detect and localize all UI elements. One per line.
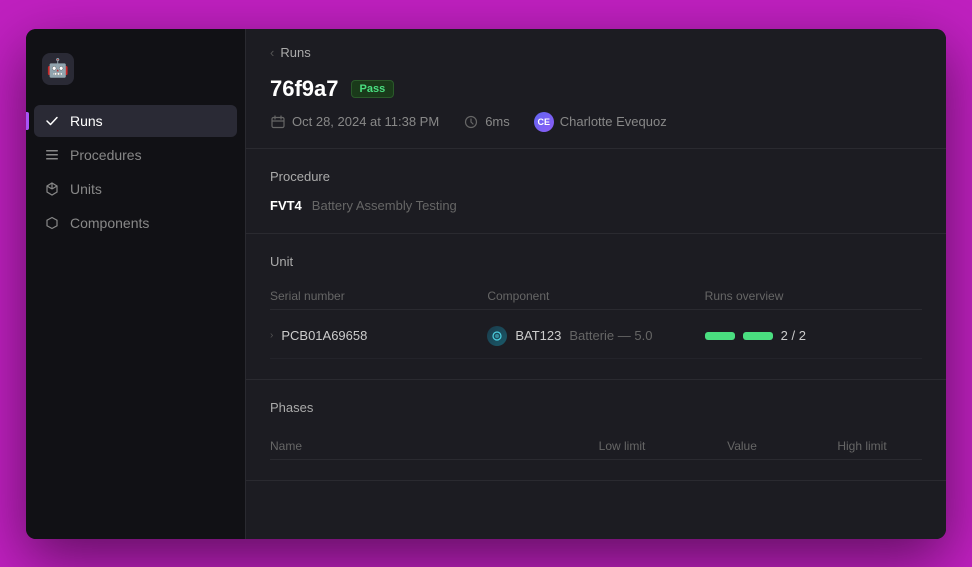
unit-section: Unit Serial number Component Runs overvi… [246, 234, 946, 380]
row-expand-chevron[interactable]: › [270, 330, 273, 341]
procedure-name: Battery Assembly Testing [312, 198, 457, 213]
hexagon-icon [44, 215, 60, 231]
run-user: CE Charlotte Evequoz [534, 112, 667, 132]
col-component: Component [487, 289, 704, 303]
cube-icon [44, 181, 60, 197]
breadcrumb-runs-link[interactable]: Runs [280, 45, 310, 60]
sidebar-runs-label: Runs [70, 113, 103, 129]
procedure-row: FVT4 Battery Assembly Testing [270, 198, 922, 213]
list-icon [44, 147, 60, 163]
sidebar-item-units[interactable]: Units [34, 173, 237, 205]
user-avatar: CE [534, 112, 554, 132]
run-user-name: Charlotte Evequoz [560, 114, 667, 129]
content-area: Procedure FVT4 Battery Assembly Testing … [246, 149, 946, 539]
sidebar-procedures-label: Procedures [70, 147, 142, 163]
component-icon [487, 326, 507, 346]
sidebar-logo: 🤖 [26, 45, 245, 105]
run-date-value: Oct 28, 2024 at 11:38 PM [292, 114, 439, 129]
run-duration-value: 6ms [485, 114, 510, 129]
run-status-badge: Pass [351, 80, 395, 98]
phases-col-low: Low limit [562, 439, 682, 453]
sidebar-components-label: Components [70, 215, 149, 231]
run-date: Oct 28, 2024 at 11:38 PM [270, 114, 439, 130]
phases-table-header: Name Low limit Value High limit [270, 429, 922, 460]
phases-col-name: Name [270, 439, 562, 453]
run-meta: Oct 28, 2024 at 11:38 PM 6ms CE Charlott… [270, 112, 922, 132]
unit-section-title: Unit [270, 254, 922, 269]
sidebar-item-runs[interactable]: Runs [34, 105, 237, 137]
serial-cell: › PCB01A69658 [270, 328, 487, 343]
runs-fraction: 2 / 2 [781, 328, 806, 343]
phases-col-value: Value [682, 439, 802, 453]
run-title-row: 76f9a7 Pass [270, 76, 922, 102]
component-detail: Batterie — 5.0 [569, 328, 652, 343]
run-duration: 6ms [463, 114, 510, 130]
back-chevron-icon: ‹ [270, 45, 274, 60]
app-logo-icon: 🤖 [42, 53, 74, 85]
unit-table-header: Serial number Component Runs overview [270, 283, 922, 310]
app-window: 🤖 Runs [26, 29, 946, 539]
run-header: 76f9a7 Pass Oct 28, 2024 at 11:38 PM [246, 68, 946, 149]
phases-section: Phases Name Low limit Value High limit [246, 380, 946, 481]
serial-number: PCB01A69658 [281, 328, 367, 343]
procedure-section: Procedure FVT4 Battery Assembly Testing [246, 149, 946, 234]
calendar-icon [270, 114, 286, 130]
main-content: ‹ Runs 76f9a7 Pass Oct 28, 20 [246, 29, 946, 539]
procedure-section-title: Procedure [270, 169, 922, 184]
sidebar-item-components[interactable]: Components [34, 207, 237, 239]
table-row: › PCB01A69658 BAT123 Batterie — 5.0 [270, 314, 922, 359]
runs-overview: 2 / 2 [705, 328, 806, 343]
active-indicator [26, 112, 29, 130]
component-cell: BAT123 Batterie — 5.0 [487, 326, 704, 346]
sidebar-units-label: Units [70, 181, 102, 197]
run-bar-2 [743, 332, 773, 340]
sidebar: 🤖 Runs [26, 29, 246, 539]
phases-col-high: High limit [802, 439, 922, 453]
phases-section-title: Phases [270, 400, 922, 415]
col-runs-overview: Runs overview [705, 289, 922, 303]
col-serial: Serial number [270, 289, 487, 303]
component-name: BAT123 [515, 328, 561, 343]
runs-overview-cell: 2 / 2 [705, 328, 922, 343]
run-bar-1 [705, 332, 735, 340]
check-icon [44, 113, 60, 129]
sidebar-item-procedures[interactable]: Procedures [34, 139, 237, 171]
breadcrumb: ‹ Runs [246, 29, 946, 68]
clock-icon [463, 114, 479, 130]
sidebar-navigation: Runs Procedures [26, 105, 245, 239]
procedure-code: FVT4 [270, 198, 302, 213]
run-id: 76f9a7 [270, 76, 339, 102]
